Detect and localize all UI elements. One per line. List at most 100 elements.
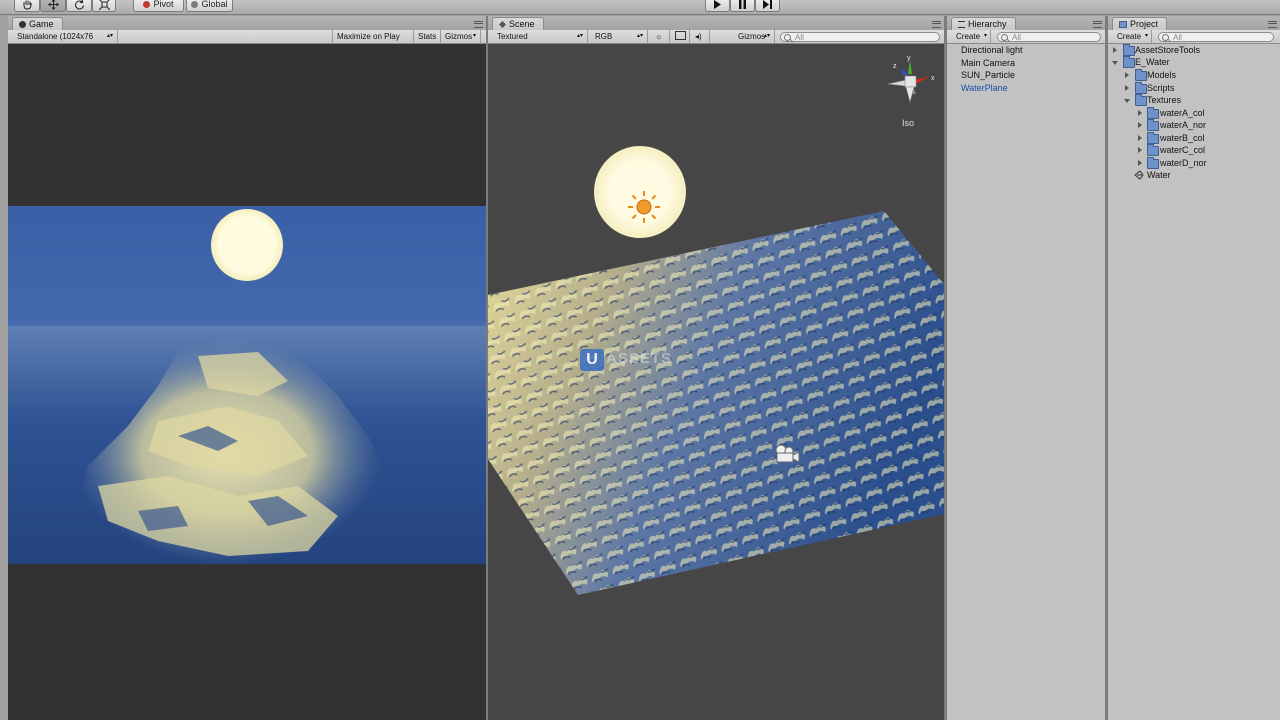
project-item-models[interactable]: Models bbox=[1108, 69, 1280, 81]
scene-gizmos-dropdown[interactable]: Gizmos ▴▾ bbox=[733, 30, 775, 43]
game-gizmos-dropdown[interactable]: Gizmos ▾ bbox=[441, 30, 481, 43]
scene-search-placeholder: All bbox=[795, 33, 804, 42]
projection-label[interactable]: Iso bbox=[902, 118, 914, 128]
hierarchy-item-directional-light[interactable]: Directional light bbox=[961, 44, 1023, 56]
rotate-icon bbox=[74, 0, 84, 9]
folder-icon bbox=[1135, 94, 1147, 106]
project-item-label: Models bbox=[1147, 70, 1177, 80]
fold-arrow-icon[interactable] bbox=[1138, 135, 1142, 141]
render-mode-dropdown[interactable]: Textured ▴▾ bbox=[492, 30, 588, 43]
scene-orientation-gizmo[interactable]: y x z bbox=[884, 54, 938, 110]
project-item-watera-nor[interactable]: waterA_nor bbox=[1108, 119, 1280, 131]
scene-audio-toggle[interactable]: ◂) bbox=[690, 30, 710, 43]
hand-icon bbox=[23, 0, 31, 10]
shader-icon bbox=[1134, 170, 1144, 180]
global-toggle[interactable]: Global bbox=[186, 0, 233, 12]
fold-arrow-icon[interactable] bbox=[1125, 85, 1129, 91]
folder-icon bbox=[1147, 132, 1159, 144]
project-item-e-water[interactable]: E_Water bbox=[1108, 56, 1280, 68]
scene-lighting-toggle[interactable]: ☼ bbox=[650, 30, 670, 43]
tab-project[interactable]: Project bbox=[1112, 17, 1168, 31]
tab-game-label: Game bbox=[29, 19, 54, 29]
scene-panel: Scene Textured ▴▾ RGB ▴▾ ☼ ◂) Gizmos ▴▾ All bbox=[488, 16, 944, 44]
hierarchy-item-sun-particle[interactable]: SUN_Particle bbox=[961, 69, 1015, 81]
project-search-input[interactable]: All bbox=[1158, 32, 1274, 42]
project-item-textures[interactable]: Textures bbox=[1108, 94, 1280, 106]
project-item-label: waterB_col bbox=[1160, 133, 1205, 143]
project-item-label: E_Water bbox=[1135, 57, 1170, 67]
pivot-toggle[interactable]: Pivot bbox=[133, 0, 184, 12]
step-icon bbox=[762, 0, 772, 9]
aspect-dropdown-label: Standalone (1024x76 bbox=[17, 32, 94, 41]
project-item-label: waterA_nor bbox=[1160, 120, 1207, 130]
play-icon bbox=[714, 0, 721, 9]
camera-icon[interactable] bbox=[772, 442, 800, 464]
maximize-on-play-toggle[interactable]: Maximize on Play bbox=[332, 30, 414, 43]
folder-tab-icon bbox=[1119, 21, 1127, 28]
fold-arrow-icon[interactable] bbox=[1138, 160, 1142, 166]
project-item-assetstoretools[interactable]: AssetStoreTools bbox=[1108, 44, 1280, 56]
panel-menu-icon[interactable] bbox=[1268, 21, 1277, 28]
fold-arrow-icon[interactable] bbox=[1113, 47, 1117, 53]
hierarchy-item-main-camera[interactable]: Main Camera bbox=[961, 57, 1015, 69]
project-item-waterc-col[interactable]: waterC_col bbox=[1108, 144, 1280, 156]
hierarchy-create-dropdown[interactable]: Create ▾ bbox=[951, 30, 991, 43]
fold-arrow-icon[interactable] bbox=[1138, 110, 1142, 116]
scale-tool-button[interactable] bbox=[92, 0, 116, 12]
project-item-waterd-nor[interactable]: waterD_nor bbox=[1108, 157, 1280, 169]
project-panel: Project Create ▾ All AssetStoreTools E_Wa… bbox=[1108, 16, 1280, 720]
water-plane[interactable] bbox=[488, 44, 944, 720]
move-tool-button[interactable] bbox=[40, 0, 66, 12]
scene-tab-icon bbox=[499, 21, 506, 28]
fold-arrow-icon[interactable] bbox=[1138, 122, 1142, 128]
pivot-icon bbox=[143, 0, 151, 8]
scene-viewport[interactable]: U ASSETS y x z Iso bbox=[488, 44, 944, 720]
game-render-image bbox=[8, 206, 486, 564]
project-item-watera-col[interactable]: waterA_col bbox=[1108, 107, 1280, 119]
scene-search-input[interactable]: All bbox=[780, 32, 940, 42]
step-button[interactable] bbox=[755, 0, 780, 12]
panel-menu-icon[interactable] bbox=[1093, 21, 1102, 28]
dropdown-arrow-icon: ▾ bbox=[983, 33, 987, 39]
scene-toolbar: Textured ▴▾ RGB ▴▾ ☼ ◂) Gizmos ▴▾ All bbox=[488, 30, 944, 44]
fold-arrow-icon[interactable] bbox=[1125, 72, 1129, 78]
scene-tabstrip: Scene bbox=[488, 16, 944, 31]
project-item-scripts[interactable]: Scripts bbox=[1108, 82, 1280, 94]
color-mode-dropdown[interactable]: RGB ▴▾ bbox=[590, 30, 648, 43]
hierarchy-create-label: Create bbox=[956, 32, 981, 41]
panel-menu-icon[interactable] bbox=[474, 21, 483, 28]
panel-menu-icon[interactable] bbox=[932, 21, 941, 28]
project-create-dropdown[interactable]: Create ▾ bbox=[1112, 30, 1152, 43]
tab-game[interactable]: Game bbox=[12, 17, 63, 31]
scale-icon bbox=[98, 0, 110, 10]
list-icon bbox=[958, 21, 965, 28]
hierarchy-search-placeholder: All bbox=[1012, 33, 1021, 42]
search-icon bbox=[1001, 34, 1008, 41]
search-icon bbox=[784, 34, 791, 41]
directional-light-icon[interactable] bbox=[627, 190, 661, 224]
play-button[interactable] bbox=[705, 0, 730, 12]
hand-tool-button[interactable] bbox=[14, 0, 40, 12]
project-item-waterb-col[interactable]: waterB_col bbox=[1108, 132, 1280, 144]
fold-arrow-icon[interactable] bbox=[1138, 147, 1142, 153]
aspect-dropdown[interactable]: Standalone (1024x76 ▴▾ bbox=[12, 30, 118, 43]
tab-hierarchy[interactable]: Hierarchy bbox=[951, 17, 1016, 31]
hierarchy-item-waterplane[interactable]: WaterPlane bbox=[961, 82, 1008, 94]
pause-button[interactable] bbox=[730, 0, 755, 12]
gizmo-z-label: z bbox=[893, 63, 897, 70]
project-item-water-shader[interactable]: Water bbox=[1108, 169, 1280, 181]
rotate-tool-button[interactable] bbox=[66, 0, 92, 12]
stats-toggle[interactable]: Stats bbox=[414, 30, 441, 43]
fold-arrow-icon[interactable] bbox=[1124, 99, 1130, 103]
speaker-icon: ◂) bbox=[695, 32, 702, 41]
hierarchy-search-input[interactable]: All bbox=[997, 32, 1101, 42]
scene-fx-toggle[interactable] bbox=[670, 30, 690, 43]
fold-arrow-icon[interactable] bbox=[1112, 61, 1118, 65]
maximize-label: Maximize on Play bbox=[337, 32, 400, 41]
dropdown-arrow-icon: ▴▾ bbox=[636, 33, 643, 39]
project-item-label: waterC_col bbox=[1160, 145, 1206, 155]
pause-icon bbox=[739, 0, 746, 9]
move-arrows-icon bbox=[47, 0, 59, 10]
tab-scene[interactable]: Scene bbox=[492, 17, 544, 31]
main-toolbar: Pivot Global bbox=[0, 0, 1280, 15]
